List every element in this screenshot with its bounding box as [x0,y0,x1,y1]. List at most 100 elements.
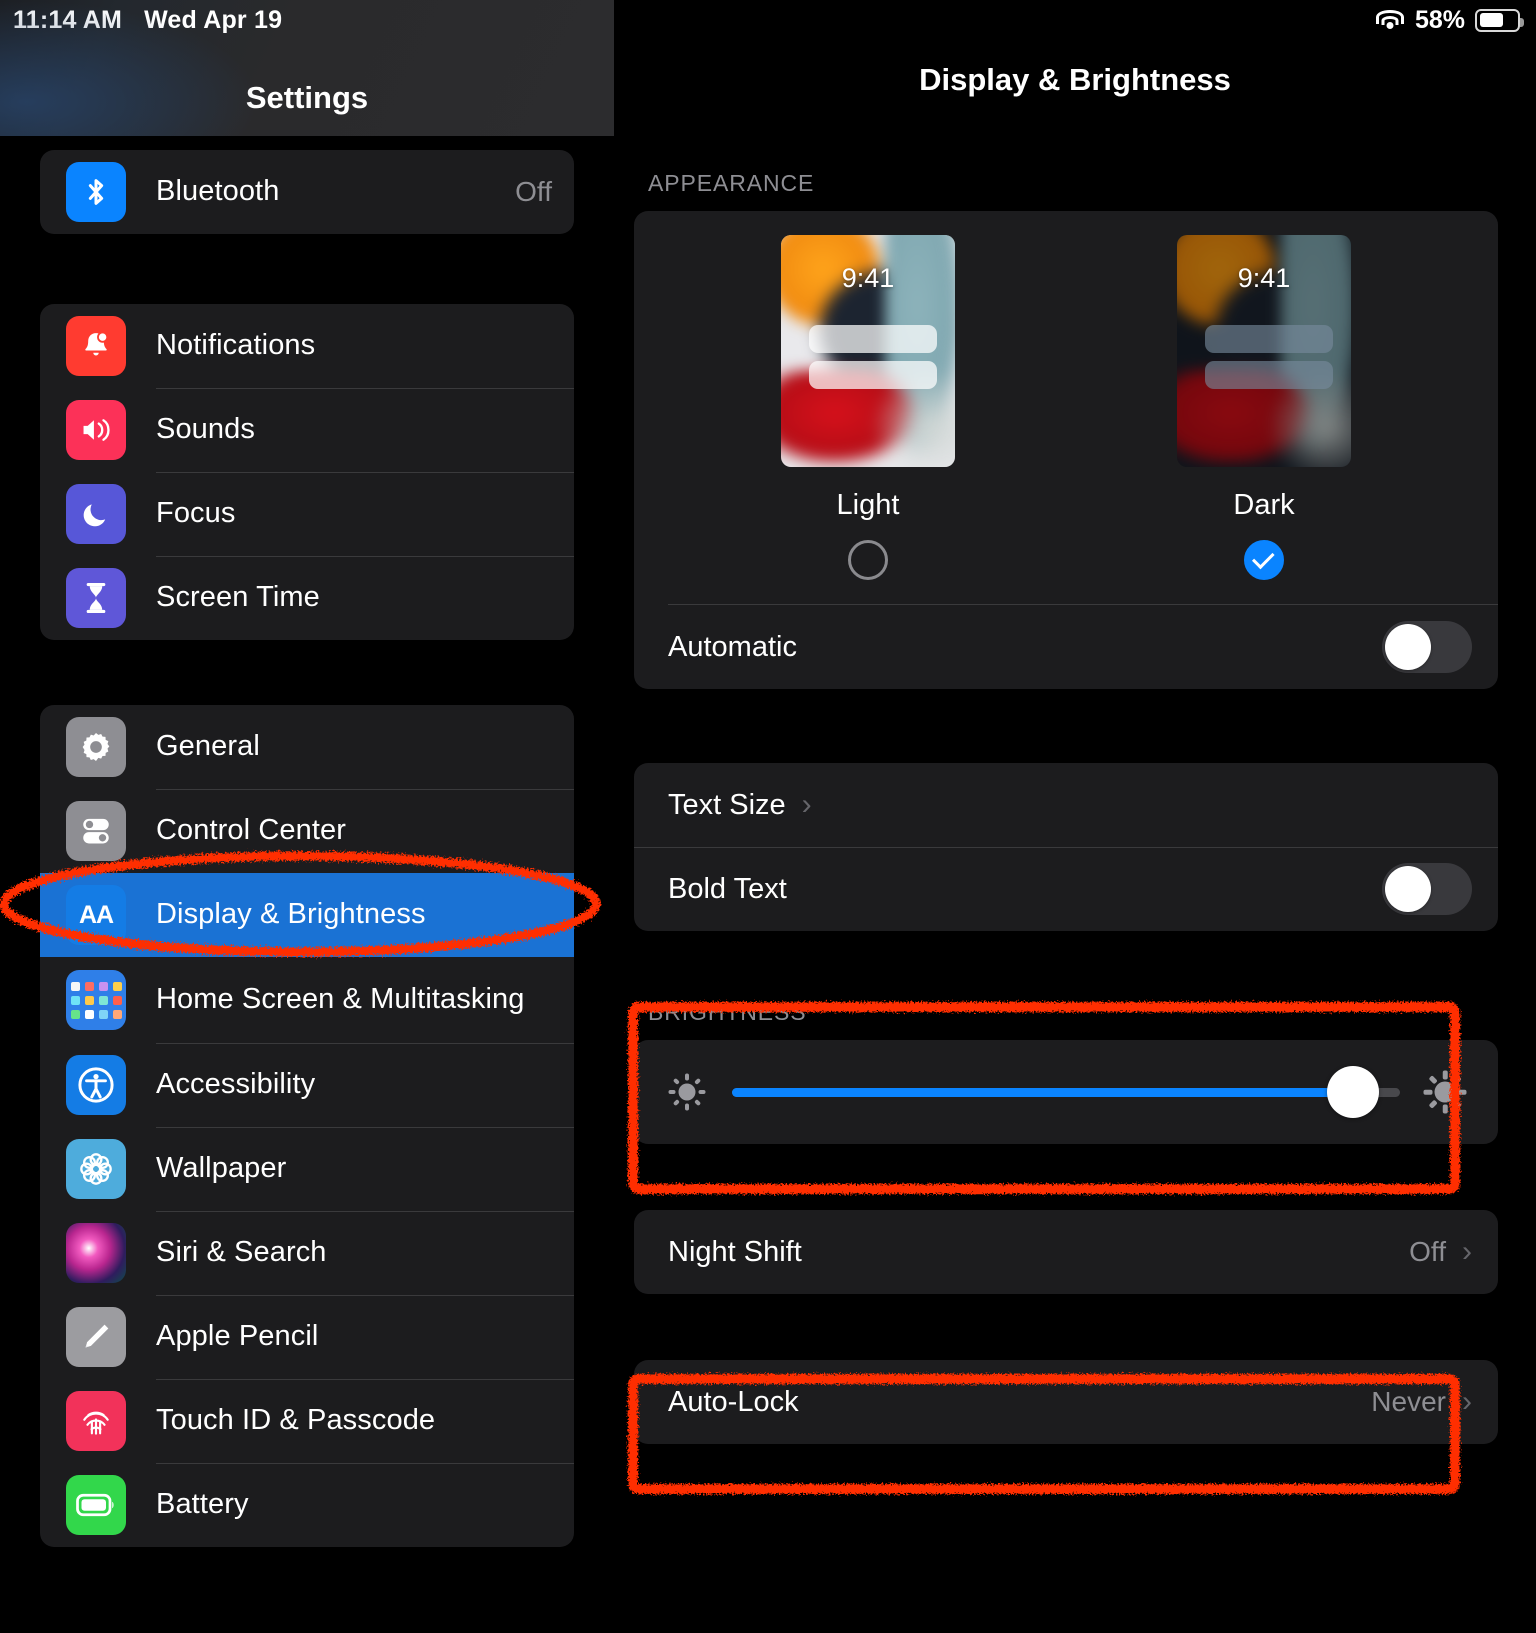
sidebar-item-siri-and-search[interactable]: Siri & Search [40,1211,574,1295]
sidebar-item-apple-pencil[interactable]: Apple Pencil [40,1295,574,1379]
sidebar-group-connectivity: Bluetooth Off [40,150,574,234]
sidebar-item-notifications[interactable]: Notifications [40,304,574,388]
sidebar-item-touch-id-and-passcode[interactable]: Touch ID & Passcode [40,1379,574,1463]
sidebar-item-general[interactable]: General [40,705,574,789]
sidebar-item-wallpaper[interactable]: Wallpaper [40,1127,574,1211]
light-mode-radio[interactable] [848,540,888,580]
text-options-card: Text Size › Bold Text [634,763,1498,931]
sidebar-item-label: Battery [156,1488,249,1521]
sidebar-item-control-center[interactable]: Control Center [40,789,574,873]
moon-icon [66,484,126,544]
accessibility-person-icon [66,1055,126,1115]
text-size-row[interactable]: Text Size › [634,763,1498,847]
sun-max-icon [1423,1070,1467,1114]
light-mode-preview[interactable]: 9:41 [781,235,955,467]
ipad-settings-screen: 11:14 AM Wed Apr 19 Settings Bluetooth O… [0,0,1536,1633]
automatic-toggle[interactable] [1382,621,1472,673]
sidebar-item-display-and-brightness[interactable]: AA Display & Brightness [40,873,574,957]
status-bar-right: 58% [614,0,1536,40]
brightness-card [634,1040,1498,1144]
sidebar-item-sounds[interactable]: Sounds [40,388,574,472]
sidebar-item-label: Apple Pencil [156,1320,319,1353]
preview-widget-bars [1205,325,1333,397]
fingerprint-icon [66,1391,126,1451]
hourglass-icon [66,568,126,628]
bold-text-toggle[interactable] [1382,863,1472,915]
automatic-label: Automatic [668,630,797,663]
bold-text-row[interactable]: Bold Text [634,847,1498,931]
sidebar-item-focus[interactable]: Focus [40,472,574,556]
battery-icon [66,1475,126,1535]
bold-text-label: Bold Text [668,872,787,905]
page-title: Settings [245,80,369,115]
preview-clock: 9:41 [1237,263,1291,293]
sidebar-item-label: Siri & Search [156,1236,327,1269]
sidebar-item-label: Touch ID & Passcode [156,1404,436,1437]
text-size-aa-icon: AA [66,885,126,945]
sidebar-group-device: General Control Center AA Display & Brig… [40,705,574,1547]
brightness-slider-knob[interactable] [1327,1066,1380,1118]
chevron-right-icon: › [801,788,812,821]
night-shift-card: Night Shift Off › [634,1210,1498,1294]
wifi-icon [1375,9,1405,31]
auto-lock-value: Never [1371,1386,1446,1417]
bluetooth-icon [66,162,126,222]
grid-dots [70,981,122,1019]
automatic-appearance-row[interactable]: Automatic [634,605,1498,689]
battery-percent-label: 58% [1414,5,1465,34]
sidebar-item-bluetooth[interactable]: Bluetooth Off [40,150,574,234]
sidebar-item-screen-time[interactable]: Screen Time [40,556,574,640]
sidebar-item-value: Off [515,176,552,207]
sun-min-icon [666,1071,708,1113]
aa-glyph: AA [78,900,114,929]
auto-lock-label: Auto-Lock [668,1385,799,1418]
status-bar-date: Wed Apr 19 [144,5,283,34]
appearance-section-label: APPEARANCE [648,170,815,196]
brightness-section-label: BRIGHTNESS [648,999,807,1025]
detail-title: Display & Brightness [919,62,1231,97]
speaker-icon [66,400,126,460]
sidebar-header: 11:14 AM Wed Apr 19 Settings [0,0,614,136]
sidebar-scroll-area[interactable]: Bluetooth Off Notifications Sounds Focus… [0,136,614,1547]
brightness-slider-fill [732,1087,1354,1097]
sidebar-item-label: Screen Time [156,581,320,614]
sidebar-item-label: Focus [156,497,236,530]
sidebar-item-label: Sounds [156,413,255,446]
bell-icon [66,316,126,376]
toggles-icon [66,801,126,861]
sidebar-item-label: Wallpaper [156,1152,287,1185]
appearance-options: 9:41 Light 9:41 Dark [634,235,1498,604]
battery-icon [1475,8,1524,32]
appearance-option-light[interactable]: 9:41 Light [768,235,968,604]
sidebar-item-accessibility[interactable]: Accessibility [40,1043,574,1127]
preview-widget-bars [809,325,937,397]
sidebar-item-battery[interactable]: Battery [40,1463,574,1547]
sidebar-item-label: Accessibility [156,1068,316,1101]
appearance-card: 9:41 Light 9:41 Dark Automatic [634,211,1498,689]
auto-lock-card: Auto-Lock Never › [634,1360,1498,1444]
sidebar-group-alerts: Notifications Sounds Focus Screen Time [40,304,574,640]
sidebar-item-label: Bluetooth [156,175,280,208]
preview-clock: 9:41 [841,263,895,293]
gear-icon [66,717,126,777]
siri-orb-icon [66,1223,126,1283]
sidebar-item-home-screen-multitasking[interactable]: Home Screen & Multitasking [40,957,574,1043]
night-shift-row[interactable]: Night Shift Off › [634,1210,1498,1294]
auto-lock-row[interactable]: Auto-Lock Never › [634,1360,1498,1444]
dark-mode-preview[interactable]: 9:41 [1177,235,1351,467]
brightness-slider[interactable] [732,1066,1400,1118]
sidebar-item-label: Control Center [156,814,346,847]
appearance-option-dark[interactable]: 9:41 Dark [1164,235,1364,604]
appearance-option-label: Light [836,489,900,521]
night-shift-value: Off [1409,1236,1446,1267]
display-brightness-pane: 58% Display & Brightness APPEARANCE 9:41… [614,0,1536,1633]
dark-mode-radio-checked[interactable] [1244,540,1284,580]
night-shift-label: Night Shift [668,1235,802,1268]
status-bar-left: 11:14 AM Wed Apr 19 [0,0,614,40]
sidebar-item-label: Notifications [156,329,316,362]
chevron-right-icon: › [1462,1385,1472,1418]
flower-icon [66,1139,126,1199]
app-grid-icon [66,970,126,1030]
